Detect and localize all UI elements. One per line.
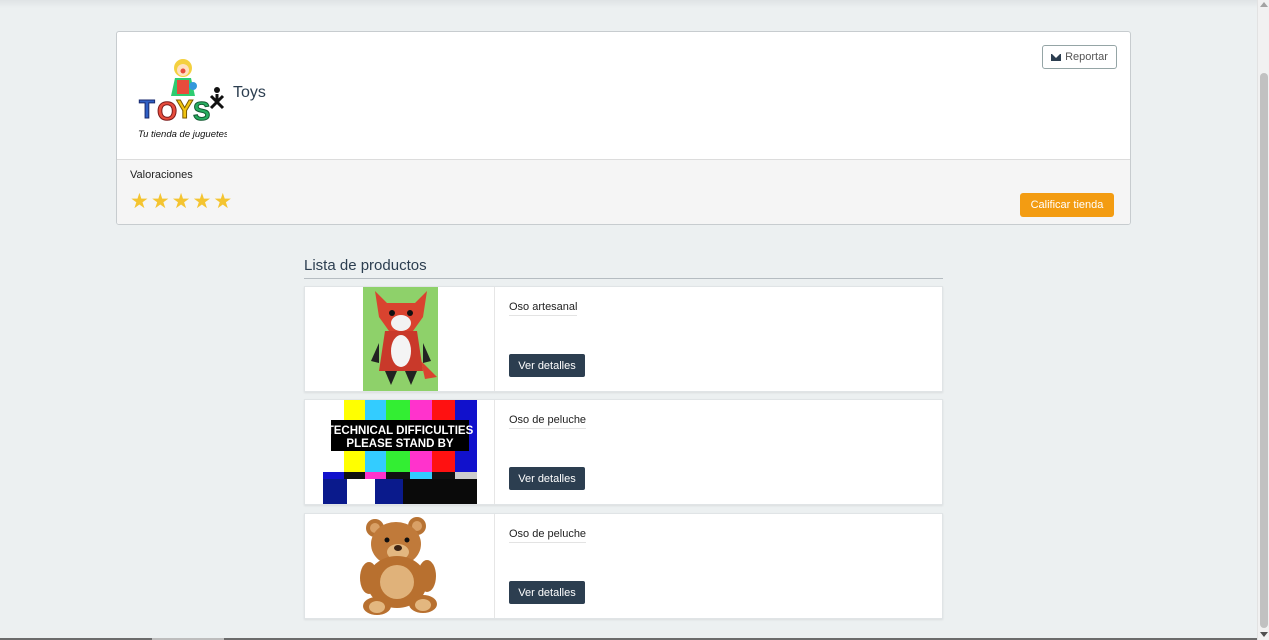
product-name[interactable]: Oso de peluche: [509, 528, 587, 543]
store-card: T O Y S Tu tienda de juguetes Toys Repor…: [116, 31, 1131, 225]
divider: [304, 278, 943, 279]
svg-text:T: T: [139, 94, 155, 124]
star-icon: ★: [150, 190, 170, 213]
scroll-down-arrow-icon[interactable]: [1260, 632, 1268, 637]
ratings-panel: Valoraciones ★ ★ ★ ★ ★ Calificar tienda: [117, 159, 1130, 224]
product-card: Oso artesanal Ver detalles: [304, 286, 943, 392]
product-image[interactable]: TECHNICAL DIFFICULTIES PLEASE STAND BY: [305, 400, 495, 504]
star-icon: ★: [130, 190, 149, 213]
top-shadow: [0, 0, 1257, 8]
product-name[interactable]: Oso de peluche: [509, 414, 587, 429]
star-icon: ★: [192, 190, 212, 213]
star-rating: ★ ★ ★ ★ ★: [130, 190, 233, 213]
teddy-bear-image: [360, 517, 437, 615]
store-header: T O Y S Tu tienda de juguetes Toys Repor…: [117, 32, 1130, 159]
report-button[interactable]: Reportar: [1042, 45, 1117, 69]
svg-text:Y: Y: [176, 94, 193, 124]
svg-text:Tu tienda de juguetes: Tu tienda de juguetes: [138, 129, 227, 140]
ratings-label: Valoraciones: [130, 169, 193, 181]
product-image[interactable]: [305, 514, 495, 618]
store-name: Toys: [233, 84, 266, 101]
scrollbar-thumb[interactable]: [1260, 73, 1268, 628]
envelope-icon: [1051, 53, 1062, 61]
report-button-label: Reportar: [1065, 51, 1108, 63]
scroll-up-arrow-icon[interactable]: [1260, 2, 1268, 7]
view-details-button[interactable]: Ver detalles: [509, 467, 585, 490]
view-details-button[interactable]: Ver detalles: [509, 581, 585, 604]
vertical-scrollbar[interactable]: [1257, 0, 1269, 640]
product-image[interactable]: [305, 287, 495, 391]
svg-text:O: O: [157, 96, 177, 126]
product-card: TECHNICAL DIFFICULTIES PLEASE STAND BY O…: [304, 399, 943, 505]
products-list-title: Lista de productos: [304, 257, 427, 274]
store-logo: T O Y S Tu tienda de juguetes: [138, 59, 227, 140]
product-card: Oso de peluche Ver detalles: [304, 513, 943, 619]
tv-text-line2: PLEASE STAND BY: [346, 438, 453, 450]
tv-test-pattern-image: TECHNICAL DIFFICULTIES PLEASE STAND BY: [323, 400, 477, 504]
fox-plush-image: [363, 287, 438, 391]
product-name[interactable]: Oso artesanal: [509, 301, 578, 316]
tv-text-line1: TECHNICAL DIFFICULTIES: [327, 425, 474, 437]
rate-store-button[interactable]: Calificar tienda: [1020, 193, 1114, 217]
star-icon: ★: [171, 190, 191, 213]
star-icon: ★: [213, 190, 233, 213]
svg-text:S: S: [193, 96, 210, 126]
view-details-button[interactable]: Ver detalles: [509, 354, 585, 377]
